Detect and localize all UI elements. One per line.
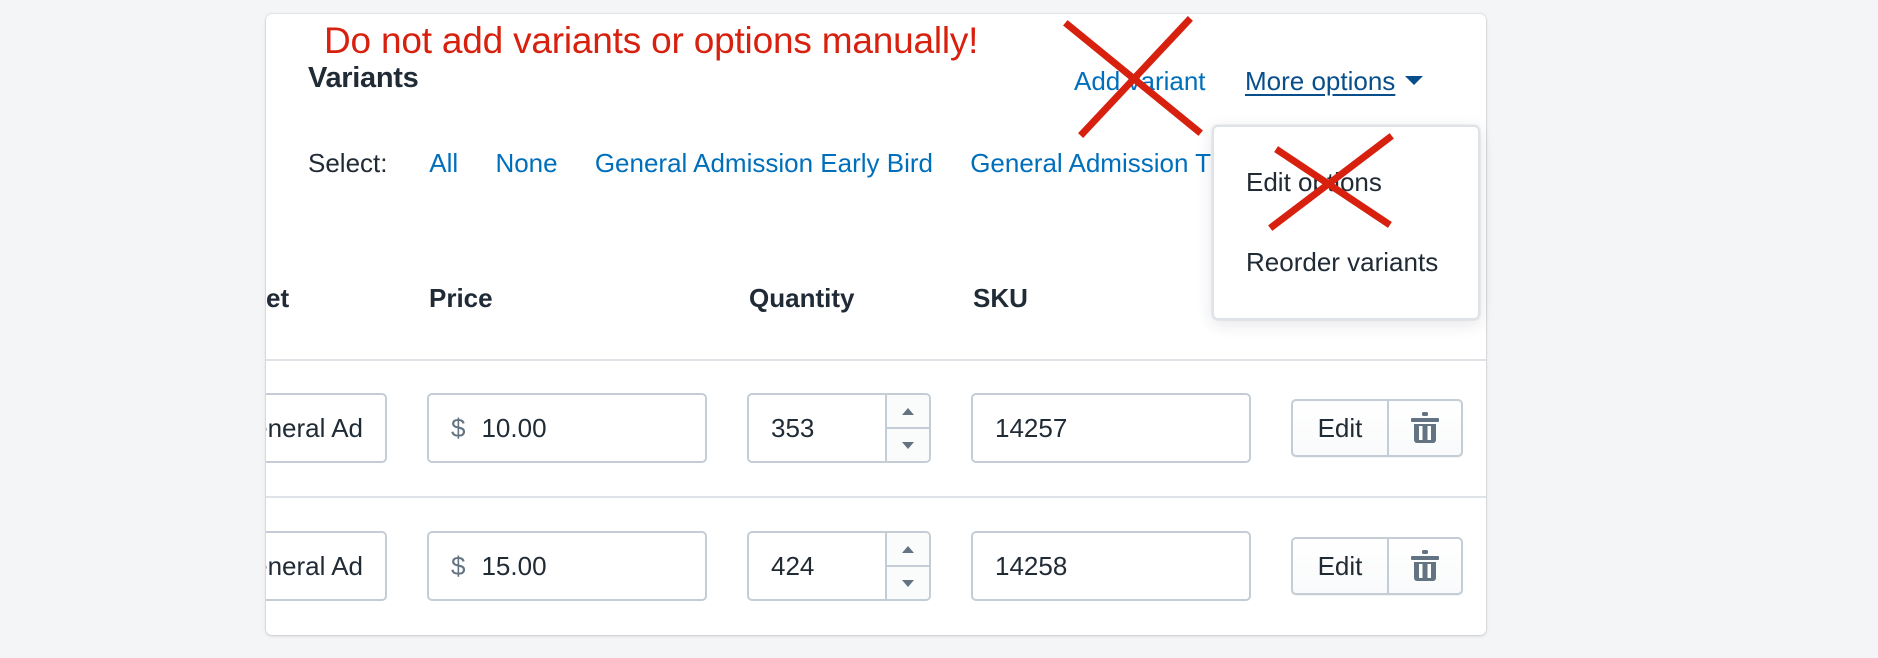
select-all-link[interactable]: All: [429, 148, 458, 178]
column-header-quantity: Quantity: [749, 283, 855, 313]
table-divider: [266, 359, 1486, 361]
select-early-bird-link[interactable]: General Admission Early Bird: [595, 148, 933, 178]
edit-button[interactable]: Edit: [1293, 539, 1389, 593]
arrow-down-icon: [902, 579, 914, 587]
select-none-link[interactable]: None: [495, 148, 557, 178]
currency-symbol: $: [451, 412, 466, 443]
sku-input[interactable]: 14257: [971, 393, 1251, 463]
arrow-up-icon: [902, 545, 914, 553]
column-header-price: Price: [429, 283, 493, 313]
column-header-sku: SKU: [973, 283, 1028, 313]
quantity-stepper[interactable]: 353: [747, 393, 931, 463]
add-variant-link[interactable]: Add variant: [1074, 66, 1206, 97]
ticket-name-input[interactable]: General Ad: [266, 393, 387, 463]
more-options-label: More options: [1245, 66, 1396, 96]
select-label: Select:: [308, 148, 388, 178]
more-options-dropdown: Edit options Reorder variants: [1212, 125, 1480, 320]
quantity-spinner: [885, 395, 929, 461]
price-input[interactable]: $ 15.00: [427, 531, 707, 601]
arrow-up-icon: [902, 407, 914, 415]
currency-symbol: $: [451, 550, 466, 581]
price-value: 15.00: [481, 550, 547, 581]
menu-item-edit-options[interactable]: Edit options: [1246, 167, 1382, 198]
select-bar: Select: All None General Admission Early…: [308, 148, 1241, 179]
caret-down-icon: [1405, 75, 1424, 85]
price-input[interactable]: $ 10.00: [427, 393, 707, 463]
price-value: 10.00: [481, 412, 547, 443]
ticket-name-input[interactable]: General Ad: [266, 531, 387, 601]
column-header-ticket: et: [266, 283, 290, 313]
row-actions: Edit: [1291, 399, 1463, 457]
delete-button[interactable]: [1389, 401, 1461, 455]
menu-item-reorder-variants[interactable]: Reorder variants: [1246, 247, 1438, 278]
section-title: Variants: [308, 62, 419, 94]
more-options-button[interactable]: More options: [1245, 66, 1424, 97]
warning-annotation: Do not add variants or options manually!: [324, 20, 979, 61]
increment-button[interactable]: [887, 533, 929, 565]
quantity-stepper[interactable]: 424: [747, 531, 931, 601]
edit-button[interactable]: Edit: [1293, 401, 1389, 455]
decrement-button[interactable]: [887, 427, 929, 461]
delete-button[interactable]: [1389, 539, 1461, 593]
row-actions: Edit: [1291, 537, 1463, 595]
quantity-spinner: [885, 533, 929, 599]
trash-icon: [1411, 550, 1439, 581]
sku-input[interactable]: 14258: [971, 531, 1251, 601]
quantity-value: 424: [771, 550, 815, 581]
decrement-button[interactable]: [887, 565, 929, 599]
select-general-admission-link[interactable]: General Admission T: [970, 148, 1211, 178]
table-divider: [266, 496, 1486, 498]
increment-button[interactable]: [887, 395, 929, 427]
quantity-value: 353: [771, 412, 815, 443]
arrow-down-icon: [902, 441, 914, 449]
trash-icon: [1411, 412, 1439, 443]
